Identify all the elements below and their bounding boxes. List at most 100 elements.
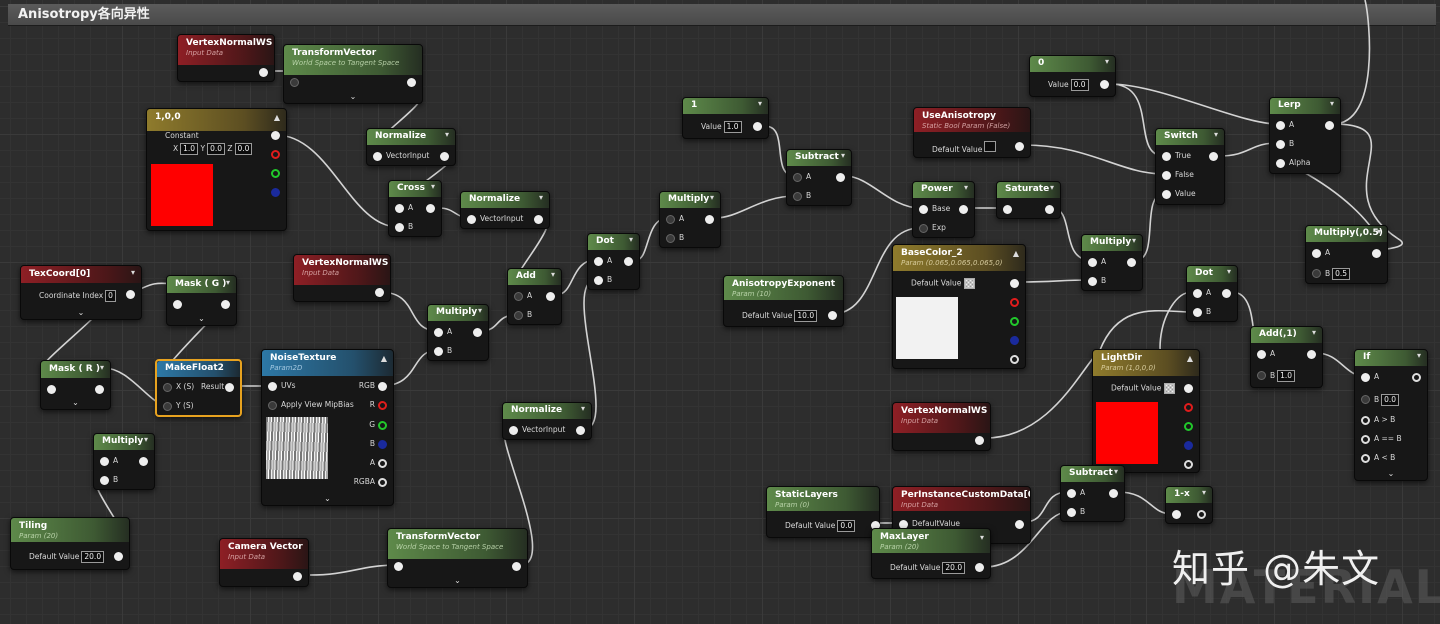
input-pin-a[interactable] bbox=[1088, 258, 1097, 267]
output-pin[interactable] bbox=[139, 457, 148, 466]
input-pin[interactable] bbox=[467, 215, 476, 224]
x-field[interactable]: 1.0 bbox=[180, 143, 199, 155]
input-pin[interactable] bbox=[47, 385, 56, 394]
input-pin-b[interactable] bbox=[666, 234, 675, 243]
output-pin[interactable] bbox=[1325, 121, 1334, 130]
input-pin-a[interactable] bbox=[1193, 289, 1202, 298]
node-constant-1[interactable]: 1 ▾ Value 1.0 bbox=[682, 97, 769, 139]
color-picker-swatch[interactable] bbox=[964, 278, 976, 289]
collapse-icon[interactable]: ▾ bbox=[1214, 130, 1218, 139]
node-static-layers[interactable]: StaticLayers Param (0) Default Value 0.0 bbox=[766, 486, 880, 538]
default-value-field[interactable]: 10.0 bbox=[794, 310, 818, 322]
node-subtract-1[interactable]: Subtract ▾ A B bbox=[786, 149, 852, 206]
output-pin-b[interactable] bbox=[271, 188, 280, 197]
input-pin-a[interactable] bbox=[1257, 350, 1266, 359]
output-pin-a[interactable] bbox=[1184, 460, 1193, 469]
output-pin[interactable] bbox=[534, 215, 543, 224]
default-value-field[interactable]: 20.0 bbox=[942, 562, 966, 574]
input-pin-uvs[interactable] bbox=[268, 382, 277, 391]
input-pin-true[interactable] bbox=[1162, 152, 1171, 161]
input-pin-b[interactable] bbox=[100, 476, 109, 485]
node-use-anisotropy[interactable]: UseAnisotropy Static Bool Param (False) D… bbox=[913, 107, 1031, 158]
input-pin-a[interactable] bbox=[514, 292, 523, 301]
node-multiply-3[interactable]: Multiply ▾ A B bbox=[659, 191, 721, 248]
output-pin[interactable] bbox=[1015, 142, 1024, 151]
node-add[interactable]: Add ▾ A B bbox=[507, 268, 562, 325]
collapse-icon[interactable]: ▾ bbox=[431, 182, 435, 191]
output-pin[interactable] bbox=[546, 292, 555, 301]
output-pin-r[interactable] bbox=[1184, 403, 1193, 412]
collapse-icon[interactable]: ▲ bbox=[381, 354, 387, 363]
input-pin-b[interactable] bbox=[1361, 395, 1370, 404]
node-vertexnormalws-2[interactable]: VertexNormalWS Input Data bbox=[293, 254, 391, 302]
output-pin[interactable] bbox=[293, 572, 302, 581]
input-pin-base[interactable] bbox=[919, 205, 928, 214]
node-transformvector-1[interactable]: TransformVector World Space to Tangent Sp… bbox=[283, 44, 423, 104]
expand-icon[interactable]: ⌄ bbox=[41, 398, 110, 407]
input-pin-exp[interactable] bbox=[919, 224, 928, 233]
input-pin-a[interactable] bbox=[1361, 373, 1370, 382]
output-pin[interactable] bbox=[221, 300, 230, 309]
node-dot-2[interactable]: Dot ▾ A B bbox=[1186, 265, 1238, 322]
node-tiling-param[interactable]: Tiling Param (20) Default Value 20.0 bbox=[10, 517, 130, 570]
output-pin-g[interactable] bbox=[1184, 422, 1193, 431]
node-lightdir[interactable]: LightDir Param (1,0,0,0) ▲ Default Value bbox=[1092, 349, 1200, 473]
collapse-icon[interactable]: ▾ bbox=[1417, 351, 1421, 360]
input-pin-b[interactable] bbox=[594, 276, 603, 285]
node-multiply-1[interactable]: Multiply ▾ A B bbox=[93, 433, 155, 490]
expand-icon[interactable]: ⌄ bbox=[1355, 469, 1427, 478]
collapse-icon[interactable]: ▾ bbox=[1330, 99, 1334, 108]
output-pin[interactable] bbox=[624, 257, 633, 266]
input-pin[interactable] bbox=[509, 426, 518, 435]
expand-icon[interactable]: ⌄ bbox=[21, 308, 141, 317]
input-pin-false[interactable] bbox=[1162, 171, 1171, 180]
collapse-icon[interactable]: ▾ bbox=[964, 183, 968, 192]
output-pin-rgb[interactable] bbox=[271, 131, 280, 140]
output-pin[interactable] bbox=[95, 385, 104, 394]
collapse-icon[interactable]: ▾ bbox=[1377, 227, 1381, 236]
output-pin[interactable] bbox=[1015, 520, 1024, 529]
input-pin-a[interactable] bbox=[395, 204, 404, 213]
output-pin[interactable] bbox=[828, 311, 837, 320]
input-pin-a[interactable] bbox=[100, 457, 109, 466]
collapse-icon[interactable]: ▾ bbox=[226, 278, 230, 287]
expand-icon[interactable]: ⌄ bbox=[388, 576, 527, 585]
node-normalize-2[interactable]: Normalize ▾ VectorInput bbox=[460, 191, 550, 229]
output-pin-b[interactable] bbox=[1010, 336, 1019, 345]
collapse-icon[interactable]: ▾ bbox=[144, 435, 148, 444]
y-field[interactable]: 0.0 bbox=[207, 143, 225, 155]
node-vertexnormalws-1[interactable]: VertexNormalWS Input Data bbox=[177, 34, 275, 82]
default-value-checkbox[interactable] bbox=[984, 141, 997, 152]
coordinate-index-field[interactable]: 0 bbox=[105, 290, 116, 302]
node-multiply-2[interactable]: Multiply ▾ A B bbox=[427, 304, 489, 361]
node-makefloat2[interactable]: MakeFloat2 X (S) Result Y (S) bbox=[155, 359, 242, 417]
output-pin[interactable] bbox=[1209, 152, 1218, 161]
input-pin-b[interactable] bbox=[1312, 269, 1321, 278]
output-pin[interactable] bbox=[576, 426, 585, 435]
output-pin-b[interactable] bbox=[1184, 441, 1193, 450]
collapse-icon[interactable]: ▾ bbox=[131, 268, 135, 277]
node-max-layer[interactable]: MaxLayer Param (20) ▾ Default Value 20.0 bbox=[871, 528, 991, 579]
output-pin[interactable] bbox=[975, 436, 984, 445]
node-multiply-half[interactable]: Multiply(,0.5) ▾ A B 0.5 bbox=[1305, 225, 1388, 284]
node-lerp[interactable]: Lerp ▾ A B Alpha bbox=[1269, 97, 1341, 174]
collapse-icon[interactable]: ▲ bbox=[274, 113, 280, 122]
input-pin[interactable] bbox=[373, 152, 382, 161]
output-pin[interactable] bbox=[512, 562, 521, 571]
collapse-icon[interactable]: ▾ bbox=[1202, 488, 1206, 497]
output-pin-r[interactable] bbox=[271, 150, 280, 159]
input-pin-a[interactable] bbox=[793, 173, 802, 182]
collapse-icon[interactable]: ▾ bbox=[1105, 57, 1109, 66]
node-add-one[interactable]: Add(,1) ▾ A B 1.0 bbox=[1250, 326, 1323, 388]
node-anisotropy-exponent[interactable]: AnisotropyExponent Param (10) Default Val… bbox=[723, 275, 844, 327]
expand-icon[interactable]: ⌄ bbox=[284, 92, 422, 101]
output-pin[interactable] bbox=[473, 328, 482, 337]
output-pin[interactable] bbox=[1109, 489, 1118, 498]
input-pin-a[interactable] bbox=[594, 257, 603, 266]
output-pin[interactable] bbox=[959, 205, 968, 214]
output-pin[interactable] bbox=[114, 552, 123, 561]
collapse-icon[interactable]: ▾ bbox=[1312, 328, 1316, 337]
output-pin-g[interactable] bbox=[271, 169, 280, 178]
input-pin-x[interactable] bbox=[163, 383, 172, 392]
output-pin[interactable] bbox=[1412, 373, 1421, 382]
